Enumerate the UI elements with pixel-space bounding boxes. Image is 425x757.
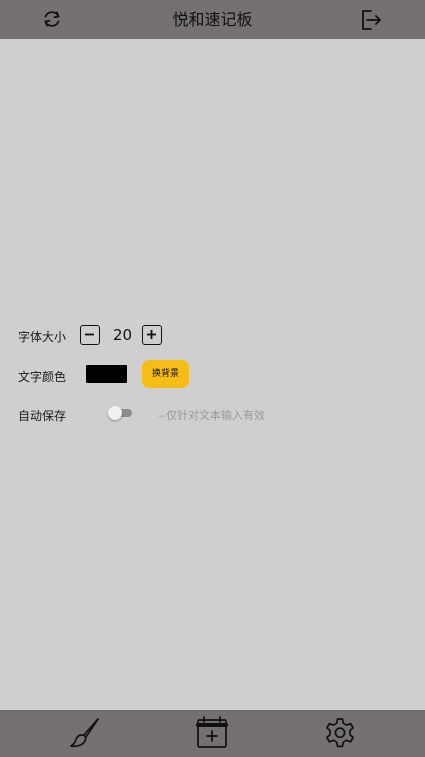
bottom-nav bbox=[0, 710, 425, 757]
top-bar: 悦和速记板 bbox=[0, 0, 425, 39]
font-size-label: 字体大小 bbox=[18, 330, 67, 344]
text-color-swatch[interactable] bbox=[86, 365, 127, 383]
font-size-increment-button[interactable] bbox=[142, 325, 162, 345]
autosave-hint: --仅针对文本输入有效 bbox=[158, 409, 265, 422]
minus-icon bbox=[85, 333, 94, 336]
calendar-add-icon[interactable] bbox=[195, 716, 229, 750]
plus-icon bbox=[147, 330, 156, 339]
text-color-label: 文字颜色 bbox=[18, 370, 67, 384]
logout-icon[interactable] bbox=[359, 8, 383, 32]
change-background-button[interactable]: 换背景 bbox=[142, 360, 189, 388]
autosave-toggle[interactable] bbox=[108, 405, 134, 421]
font-size-decrement-button[interactable] bbox=[80, 325, 100, 345]
toggle-knob bbox=[108, 406, 122, 420]
brush-icon[interactable] bbox=[68, 716, 102, 750]
gear-icon[interactable] bbox=[323, 716, 357, 750]
autosave-label: 自动保存 bbox=[18, 409, 67, 423]
font-size-value: 20 bbox=[113, 326, 133, 344]
